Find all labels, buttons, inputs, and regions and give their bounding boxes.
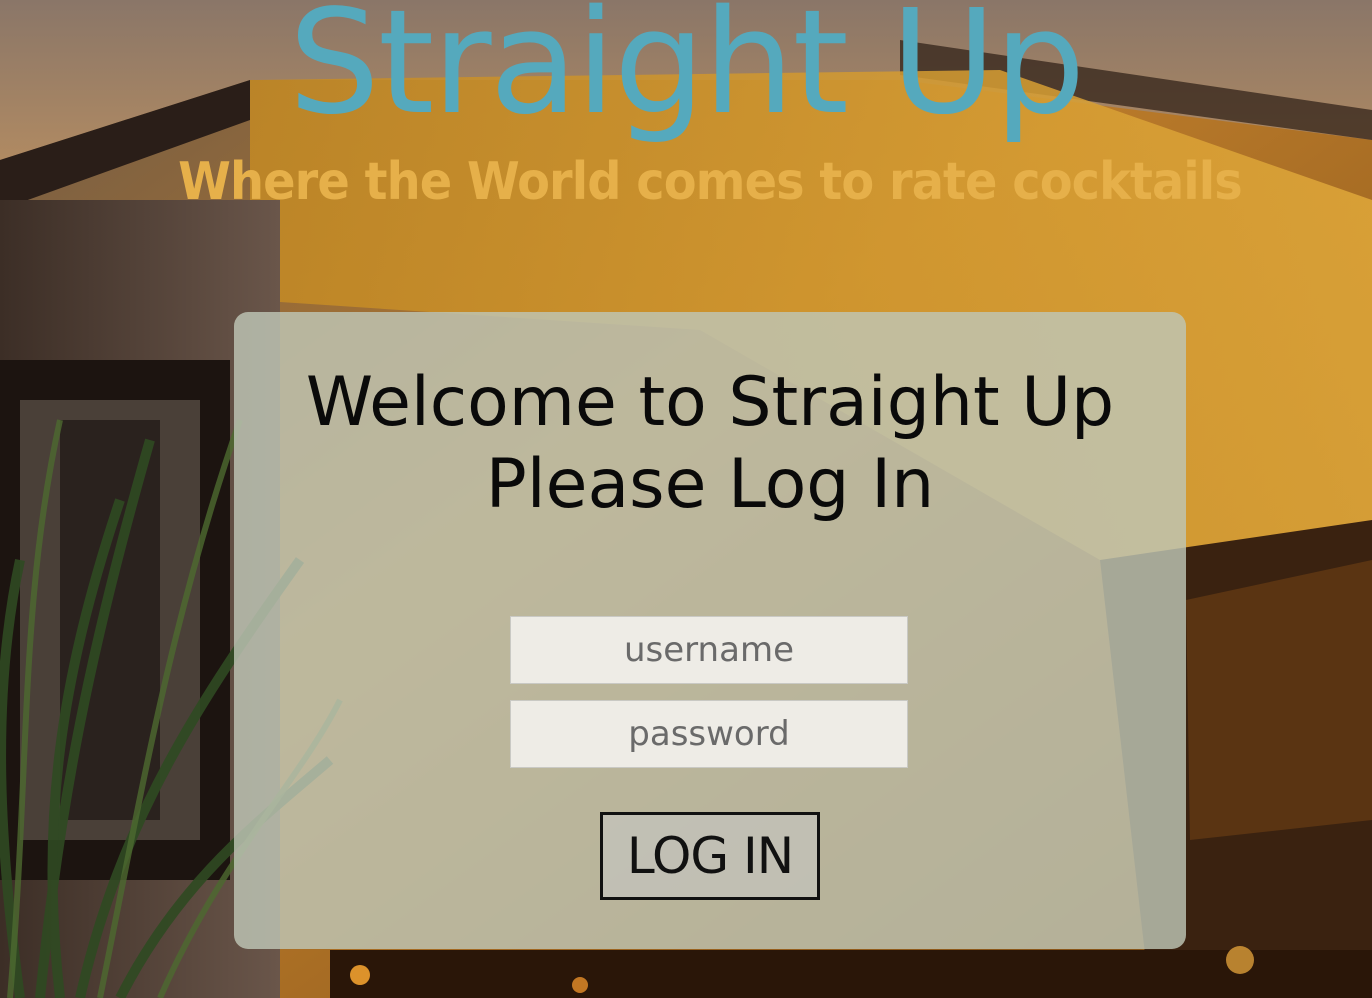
welcome-line: Welcome to Straight Up bbox=[305, 363, 1115, 442]
site-title: Straight Up bbox=[288, 0, 1085, 146]
login-prompt: Please Log In bbox=[485, 445, 935, 524]
login-button[interactable]: LOG IN bbox=[600, 812, 820, 900]
login-page: Straight Up Where the World comes to rat… bbox=[0, 0, 1372, 998]
site-tagline: Where the World comes to rate cocktails bbox=[178, 152, 1243, 212]
password-input[interactable] bbox=[510, 700, 908, 768]
login-panel: Welcome to Straight Up Please Log In LOG… bbox=[234, 312, 1186, 949]
username-input[interactable] bbox=[510, 616, 908, 684]
welcome-heading: Welcome to Straight Up Please Log In bbox=[234, 362, 1186, 526]
